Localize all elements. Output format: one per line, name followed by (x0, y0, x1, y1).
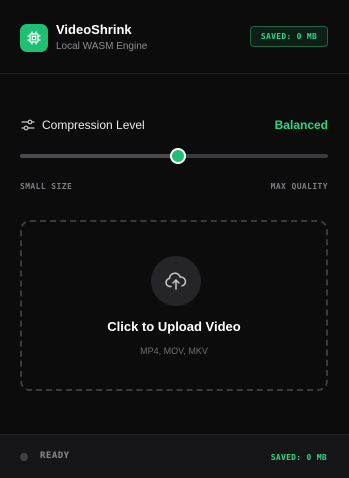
app-title: VideoShrink (56, 22, 132, 37)
compression-value: Balanced (274, 118, 328, 132)
slider-max-label: MAX QUALITY (270, 182, 328, 191)
status-bar: READY SAVED: 0 MB (0, 434, 349, 478)
app-header: VideoShrink Local WASM Engine SAVED: 0 M… (0, 0, 349, 74)
app-window: VideoShrink Local WASM Engine SAVED: 0 M… (0, 0, 349, 478)
slider-min-label: SMALL SIZE (20, 182, 73, 191)
upload-formats: MP4, MOV, MKV (140, 346, 208, 356)
upload-title: Click to Upload Video (107, 319, 241, 334)
status-indicator (20, 453, 28, 461)
slider-thumb[interactable] (170, 148, 186, 164)
compression-label: Compression Level (42, 118, 145, 132)
upload-dropzone[interactable]: Click to Upload Video MP4, MOV, MKV (20, 220, 328, 391)
compression-slider[interactable] (20, 146, 328, 166)
footer-saved-label: SAVED: 0 MB (270, 453, 327, 462)
slider-fill (20, 154, 178, 158)
sliders-icon (21, 118, 35, 132)
app-subtitle: Local WASM Engine (56, 41, 148, 52)
cloud-upload-icon (151, 256, 201, 306)
cpu-chip-icon (20, 24, 48, 52)
saved-badge: SAVED: 0 MB (250, 26, 328, 47)
status-text: READY (40, 451, 70, 461)
